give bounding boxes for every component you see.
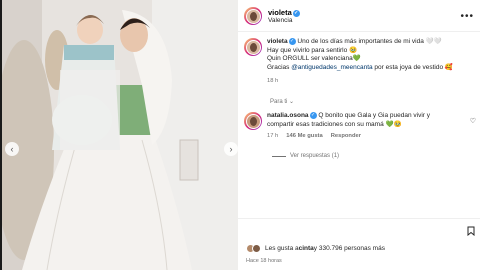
caption-line1: Uno de los días más importantes de mi vi… (297, 38, 442, 46)
view-replies-button[interactable]: Ver respuestas (1) (272, 153, 339, 159)
author-avatar[interactable] (244, 7, 262, 25)
more-icon[interactable]: ••• (460, 11, 474, 22)
post-side-panel: violeta ✓ Valencia ••• violeta ✓ Uno de lo… (238, 0, 480, 270)
commenter-username[interactable]: natalia.osona (267, 112, 309, 119)
liker-avatar (252, 244, 261, 253)
verified-icon: ✓ (309, 112, 317, 119)
likes-summary[interactable]: Les gusta a cinta y 330.796 personas más (246, 244, 385, 253)
comment-body: natalia.osona ✓ Q bonito que Gala y Gia p… (267, 112, 447, 141)
instagram-post-view: ‹ › violeta ✓ Valencia ••• violeta ✓ Uno d… (0, 0, 480, 270)
post-header: violeta ✓ Valencia ••• (244, 4, 474, 28)
nav-prev-icon[interactable]: ‹ (5, 142, 19, 156)
verified-icon: ✓ (288, 38, 296, 45)
caption-time: 18 h (267, 77, 279, 84)
likes-rest: y 330.796 personas más (313, 245, 385, 252)
view-replies-text: Ver respuestas (1) (290, 153, 340, 159)
for-you-label[interactable]: Para ti ⌄ (270, 98, 294, 105)
comment-likes[interactable]: 146 Me gusta (286, 132, 322, 141)
photo-illustration (2, 0, 238, 270)
bookmark-icon[interactable] (467, 226, 475, 236)
caption-username[interactable]: violeta (267, 38, 288, 45)
actions-divider (238, 218, 480, 219)
nav-next-icon[interactable]: › (224, 142, 238, 156)
caption-text: violeta ✓ Uno de los días más importantes… (267, 38, 453, 85)
verified-icon: ✓ (292, 9, 300, 17)
likes-prefix: Les gusta a (265, 245, 299, 252)
post-photo[interactable]: ‹ › (2, 0, 238, 270)
likes-user[interactable]: cinta (299, 245, 314, 252)
author-info: violeta ✓ Valencia (268, 8, 300, 24)
author-username[interactable]: violeta (268, 8, 292, 17)
header-divider (238, 31, 480, 32)
for-you-text: Para ti (270, 99, 288, 105)
caption-line3: Quin ORGULL ser valenciana💚 (267, 55, 361, 63)
caption-avatar[interactable] (244, 38, 262, 56)
comment-time: 17 h (267, 133, 279, 140)
commenter-avatar[interactable] (244, 112, 262, 130)
caption-line4-suffix: por esta joya de vestido 🥰 (372, 64, 453, 71)
mention-link[interactable]: @antiguedades_meencanta (291, 64, 372, 71)
replies-line (272, 155, 286, 157)
post-location[interactable]: Valencia (268, 17, 300, 24)
comment-heart-icon[interactable]: ♡ (470, 117, 476, 125)
caption-line4-prefix: Gracias (267, 64, 292, 71)
comment-meta: 17 h 146 Me gusta Responder (267, 132, 447, 141)
caption: violeta ✓ Uno de los días más importantes… (244, 38, 470, 85)
reply-button[interactable]: Responder (331, 132, 361, 141)
comment: natalia.osona ✓ Q bonito que Gala y Gia p… (244, 112, 474, 141)
post-time: Hace 18 horas (246, 258, 282, 264)
